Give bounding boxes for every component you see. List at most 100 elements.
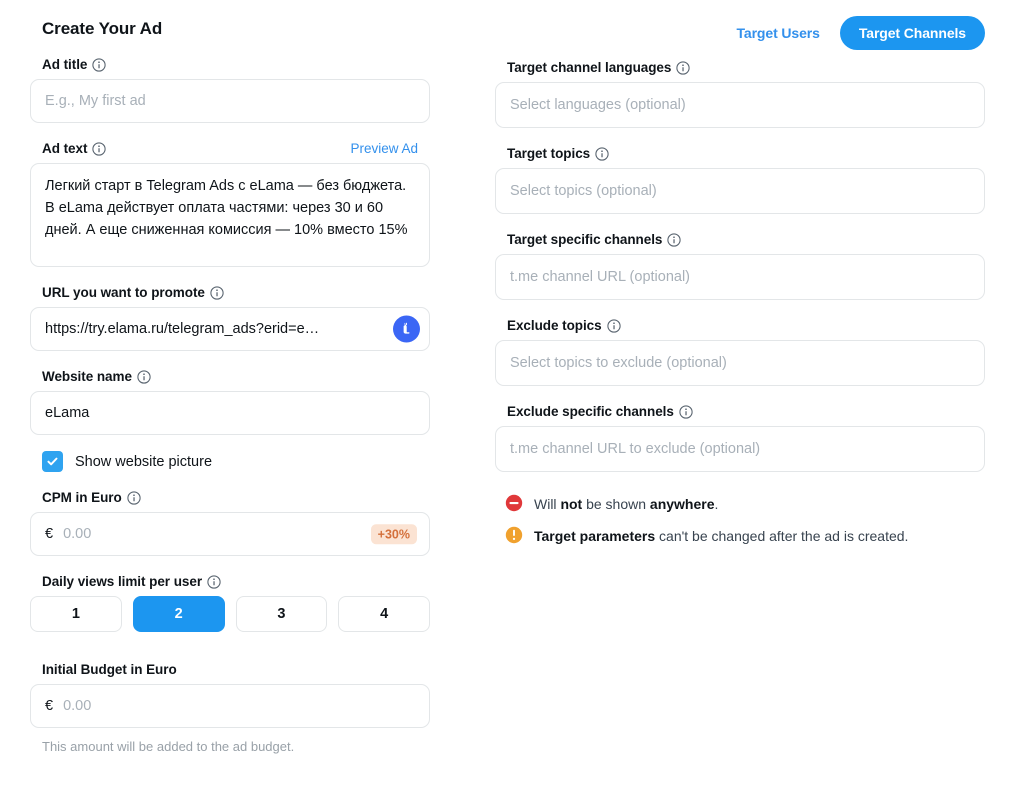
url-input[interactable]: https://try.elama.ru/telegram_ads?erid=e… bbox=[30, 307, 430, 351]
field-ad-text: Ad text Preview Ad Легкий старт в Telegr… bbox=[30, 141, 430, 267]
note1-part3: . bbox=[714, 496, 719, 512]
initial-budget-label-text: Initial Budget in Euro bbox=[42, 662, 177, 677]
exclude-topics-input[interactable]: Select topics to exclude (optional) bbox=[495, 340, 985, 386]
field-target-specific-channels: Target specific channels t.me channel UR… bbox=[495, 232, 985, 300]
url-label: URL you want to promote bbox=[42, 285, 224, 300]
field-daily-views-limit: Daily views limit per user 1 2 3 4 bbox=[30, 574, 430, 632]
ad-text-label-text: Ad text bbox=[42, 141, 88, 156]
daily-views-option-4[interactable]: 4 bbox=[338, 596, 430, 632]
note1-bold2: anywhere bbox=[649, 496, 715, 512]
website-name-label-text: Website name bbox=[42, 369, 132, 384]
minus-circle-icon bbox=[505, 494, 523, 512]
field-exclude-topics: Exclude topics Select topics to exclude … bbox=[495, 318, 985, 386]
info-circle-icon[interactable] bbox=[667, 232, 682, 247]
website-name-value: eLama bbox=[45, 405, 90, 421]
exclude-specific-channels-input[interactable]: t.me channel URL to exclude (optional) bbox=[495, 426, 985, 472]
daily-views-limit-options: 1 2 3 4 bbox=[30, 596, 430, 632]
preview-ad-link[interactable]: Preview Ad bbox=[350, 141, 418, 156]
target-channel-languages-label-text: Target channel languages bbox=[507, 60, 672, 75]
note-target-parameters-locked-text: Target parameters can't be changed after… bbox=[534, 526, 908, 545]
target-topics-label-row: Target topics bbox=[495, 146, 985, 168]
cpm-currency-symbol: € bbox=[45, 526, 54, 542]
cpm-label-row: CPM in Euro bbox=[30, 490, 430, 512]
initial-budget-currency-symbol: € bbox=[45, 698, 54, 714]
ad-title-label: Ad title bbox=[42, 57, 107, 72]
cpm-input[interactable]: € 0.00 +30% bbox=[30, 512, 430, 556]
field-cpm: CPM in Euro € 0.00 +30% bbox=[30, 490, 430, 556]
info-circle-icon[interactable] bbox=[679, 404, 693, 419]
exclude-specific-channels-label-text: Exclude specific channels bbox=[507, 404, 674, 419]
url-value: https://try.elama.ru/telegram_ads?erid=e… bbox=[45, 321, 320, 337]
target-specific-channels-input[interactable]: t.me channel URL (optional) bbox=[495, 254, 985, 300]
info-circle-icon[interactable] bbox=[92, 57, 107, 72]
target-specific-channels-label-text: Target specific channels bbox=[507, 232, 663, 247]
llama-favicon-icon bbox=[393, 315, 420, 343]
info-circle-icon[interactable] bbox=[207, 574, 221, 589]
exclude-topics-label-row: Exclude topics bbox=[495, 318, 985, 340]
checkmark-icon bbox=[47, 457, 58, 466]
cpm-label: CPM in Euro bbox=[42, 490, 141, 505]
exclude-topics-label: Exclude topics bbox=[507, 318, 621, 333]
target-specific-channels-placeholder: t.me channel URL (optional) bbox=[510, 269, 690, 285]
info-circle-icon[interactable] bbox=[127, 490, 141, 505]
info-circle-icon[interactable] bbox=[595, 146, 609, 161]
target-topics-placeholder: Select topics (optional) bbox=[510, 183, 657, 199]
ad-text-label: Ad text bbox=[42, 141, 107, 156]
note1-bold1: not bbox=[560, 496, 583, 512]
exclude-specific-channels-placeholder: t.me channel URL to exclude (optional) bbox=[510, 441, 761, 457]
target-topics-input[interactable]: Select topics (optional) bbox=[495, 168, 985, 214]
page-title: Create Your Ad bbox=[42, 19, 163, 38]
ad-title-label-text: Ad title bbox=[42, 57, 88, 72]
show-website-picture-row[interactable]: Show website picture bbox=[42, 451, 430, 472]
target-channel-languages-placeholder: Select languages (optional) bbox=[510, 97, 686, 113]
daily-views-option-2[interactable]: 2 bbox=[132, 596, 225, 632]
field-target-topics: Target topics Select topics (optional) bbox=[495, 146, 985, 214]
daily-views-limit-label-text: Daily views limit per user bbox=[42, 574, 203, 589]
field-target-channel-languages: Target channel languages Select language… bbox=[495, 60, 985, 128]
url-label-row: URL you want to promote bbox=[30, 285, 430, 307]
field-exclude-specific-channels: Exclude specific channels t.me channel U… bbox=[495, 404, 985, 472]
cpm-label-text: CPM in Euro bbox=[42, 490, 122, 505]
initial-budget-helper-text: This amount will be added to the ad budg… bbox=[42, 739, 295, 754]
target-topics-label-text: Target topics bbox=[507, 146, 591, 161]
show-website-picture-label: Show website picture bbox=[75, 453, 213, 470]
ad-title-placeholder: E.g., My first ad bbox=[45, 93, 146, 109]
website-name-input[interactable]: eLama bbox=[30, 391, 430, 435]
target-specific-channels-label: Target specific channels bbox=[507, 232, 682, 247]
note1-part2: be shown bbox=[582, 496, 650, 512]
field-initial-budget: Initial Budget in Euro € 0.00 This amoun… bbox=[30, 662, 430, 754]
daily-views-limit-label: Daily views limit per user bbox=[42, 574, 221, 589]
create-ad-page: Create Your Ad Ad title E.g., My first a… bbox=[0, 0, 1012, 787]
exclude-specific-channels-label: Exclude specific channels bbox=[507, 404, 693, 419]
website-name-label-row: Website name bbox=[30, 369, 430, 391]
ad-text-textarea[interactable]: Легкий старт в Telegram Ads с eLama — бе… bbox=[30, 163, 430, 267]
target-languages-label-row: Target channel languages bbox=[495, 60, 985, 82]
note-not-shown-anywhere-text: Will not be shown anywhere. bbox=[534, 494, 718, 513]
initial-budget-input[interactable]: € 0.00 bbox=[30, 684, 430, 728]
target-channel-languages-input[interactable]: Select languages (optional) bbox=[495, 82, 985, 128]
exclude-specific-channels-label-row: Exclude specific channels bbox=[495, 404, 985, 426]
exclamation-circle-icon bbox=[505, 526, 523, 544]
info-circle-icon[interactable] bbox=[606, 318, 621, 333]
note2-part2: can't be changed after the ad is created… bbox=[655, 528, 909, 544]
ad-title-input[interactable]: E.g., My first ad bbox=[30, 79, 430, 123]
target-specific-channels-label-row: Target specific channels bbox=[495, 232, 985, 254]
cpm-markup-badge: +30% bbox=[370, 524, 417, 544]
note-not-shown-anywhere: Will not be shown anywhere. bbox=[495, 494, 985, 513]
ad-text-label-row: Ad text Preview Ad bbox=[30, 141, 430, 163]
info-circle-icon[interactable] bbox=[210, 285, 224, 300]
info-circle-icon[interactable] bbox=[92, 141, 107, 156]
left-column: Create Your Ad Ad title E.g., My first a… bbox=[30, 0, 430, 754]
daily-views-option-1[interactable]: 1 bbox=[30, 596, 122, 632]
target-notes: Will not be shown anywhere. Target param… bbox=[495, 494, 985, 545]
field-ad-title: Ad title E.g., My first ad bbox=[30, 57, 430, 123]
field-url: URL you want to promote https://try.elam… bbox=[30, 285, 430, 351]
field-website-name: Website name eLama bbox=[30, 369, 430, 435]
note1-part1: Will bbox=[534, 496, 561, 512]
info-circle-icon[interactable] bbox=[137, 369, 151, 384]
show-website-picture-checkbox[interactable] bbox=[42, 451, 63, 472]
daily-views-option-3[interactable]: 3 bbox=[235, 596, 328, 632]
initial-budget-label-row: Initial Budget in Euro bbox=[30, 662, 430, 684]
note-target-parameters-locked: Target parameters can't be changed after… bbox=[495, 526, 985, 545]
info-circle-icon[interactable] bbox=[676, 60, 690, 75]
